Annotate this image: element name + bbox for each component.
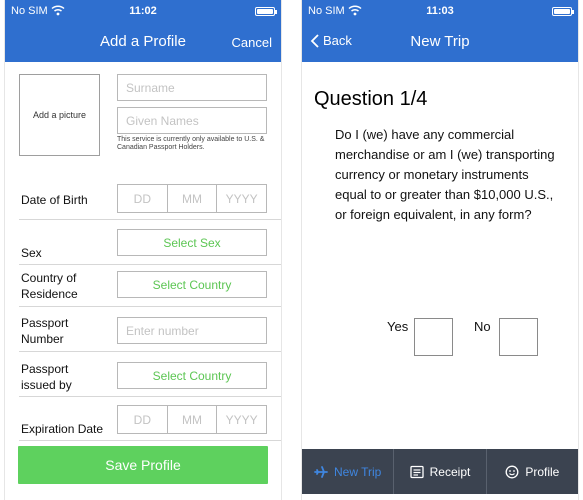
- dob-year-input[interactable]: YYYY: [217, 185, 266, 212]
- select-sex-button[interactable]: Select Sex: [117, 229, 267, 256]
- tab-profile[interactable]: Profile: [485, 449, 578, 494]
- face-icon: [505, 465, 519, 478]
- divider: [19, 440, 281, 441]
- status-bar: No SIM 11:02: [5, 0, 281, 22]
- status-bar: No SIM 11:03: [302, 0, 578, 22]
- select-country-residence-button[interactable]: Select Country: [117, 271, 267, 298]
- status-time: 11:02: [129, 5, 157, 17]
- passport-issued-label-line1: Passport: [21, 362, 69, 376]
- dob-day-input[interactable]: DD: [118, 185, 168, 212]
- passport-number-label-line1: Passport: [21, 316, 69, 330]
- divider: [19, 264, 281, 265]
- no-label: No: [474, 319, 491, 334]
- tab-profile-label: Profile: [525, 464, 560, 479]
- date-of-birth-label: Date of Birth: [21, 193, 88, 207]
- dob-month-input[interactable]: MM: [168, 185, 218, 212]
- date-of-birth-field: DD MM YYYY: [117, 184, 267, 213]
- save-profile-button[interactable]: Save Profile: [18, 446, 268, 484]
- new-trip-screen: No SIM 11:03 Back New Trip Question 1/4 …: [301, 0, 579, 500]
- tab-bar: New Trip Receipt Profile: [302, 449, 578, 494]
- select-country-issued-button[interactable]: Select Country: [117, 362, 267, 389]
- battery-icon: [552, 7, 574, 16]
- question-title: Question 1/4: [314, 88, 428, 110]
- divider: [19, 396, 281, 397]
- exp-day-input[interactable]: DD: [118, 406, 168, 433]
- service-note: This service is currently only available…: [117, 136, 265, 151]
- country-of-residence-label-line1: Country of: [21, 271, 77, 285]
- tab-receipt-label: Receipt: [429, 464, 471, 479]
- divider: [19, 306, 281, 307]
- airplane-icon: [314, 465, 328, 478]
- passport-issued-label: Passport issued by: [21, 361, 72, 393]
- passport-number-label: Passport Number: [21, 315, 68, 347]
- nav-bar: No SIM 11:02 Add a Profile Cancel: [5, 0, 281, 62]
- exp-year-input[interactable]: YYYY: [217, 406, 266, 433]
- divider: [19, 351, 281, 352]
- country-of-residence-label-line2: Residence: [21, 287, 78, 301]
- tab-new-trip[interactable]: New Trip: [302, 449, 393, 494]
- passport-issued-label-line2: issued by: [21, 378, 72, 392]
- no-checkbox[interactable]: [499, 318, 538, 356]
- add-picture-button[interactable]: Add a picture: [19, 74, 100, 156]
- divider: [19, 219, 281, 220]
- passport-number-label-line2: Number: [21, 332, 64, 346]
- sex-label: Sex: [21, 246, 42, 260]
- yes-label: Yes: [387, 319, 409, 334]
- tab-new-trip-label: New Trip: [333, 464, 382, 479]
- expiration-date-label: Expiration Date: [21, 422, 104, 436]
- nav-bar: No SIM 11:03 Back New Trip: [302, 0, 578, 62]
- cancel-button[interactable]: Cancel: [232, 35, 272, 50]
- question-text: Do I (we) have any commercial merchandis…: [335, 127, 555, 222]
- yes-checkbox[interactable]: [414, 318, 453, 356]
- given-names-input[interactable]: Given Names: [117, 107, 267, 134]
- surname-input[interactable]: Surname: [117, 74, 267, 101]
- status-time: 11:03: [426, 5, 454, 17]
- passport-number-input[interactable]: Enter number: [117, 317, 267, 344]
- tab-receipt[interactable]: Receipt: [393, 449, 485, 494]
- battery-icon: [255, 7, 277, 16]
- exp-month-input[interactable]: MM: [168, 406, 218, 433]
- country-of-residence-label: Country of Residence: [21, 270, 78, 302]
- expiration-date-field: DD MM YYYY: [117, 405, 267, 434]
- receipt-icon: [409, 465, 424, 478]
- add-profile-screen: No SIM 11:02 Add a Profile Cancel Add a …: [4, 0, 282, 500]
- page-title: New Trip: [410, 33, 470, 50]
